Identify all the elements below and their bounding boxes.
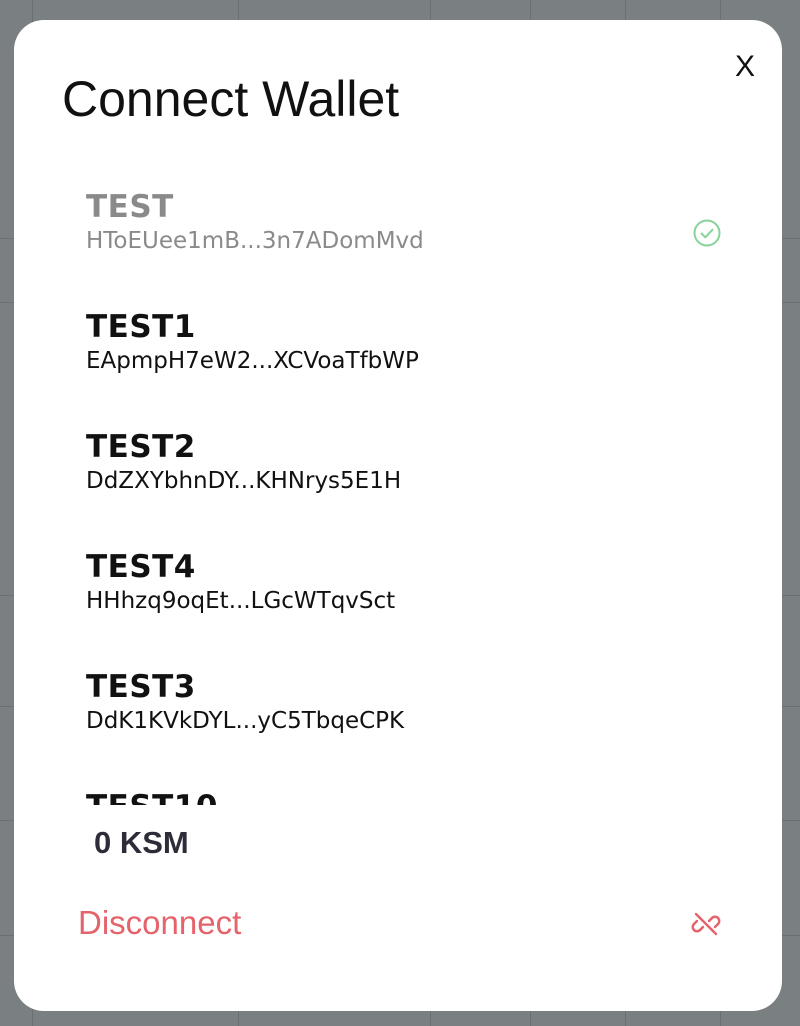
account-address: DdK1KVkDYL...yC5TbqeCPK xyxy=(86,708,405,734)
account-address: DdZXYbhnDY...KHNrys5E1H xyxy=(86,468,402,494)
account-address: HHhzq9oqEt...LGcWTqvSct xyxy=(86,588,396,614)
account-name: TEST1 xyxy=(86,309,196,345)
modal-title: Connect Wallet xyxy=(62,71,400,127)
account-item[interactable]: TEST2 DdZXYbhnDY...KHNrys5E1H xyxy=(86,428,726,528)
unlink-icon[interactable] xyxy=(690,908,722,940)
account-name: TEST10 xyxy=(86,788,726,805)
check-circle-icon xyxy=(693,219,721,247)
account-address: EApmpH7eW2...XCVoaTfbWP xyxy=(86,348,419,374)
account-item[interactable]: TEST4 HHhzq9oqEt...LGcWTqvSct xyxy=(86,548,726,648)
close-button[interactable]: X xyxy=(730,52,760,82)
account-item[interactable]: TEST3 DdK1KVkDYL...yC5TbqeCPK xyxy=(86,668,726,768)
account-list[interactable]: TEST HToEUee1mB...3n7ADomMvd TEST1 EApmpH7e… xyxy=(14,180,782,805)
disconnect-button[interactable]: Disconnect xyxy=(78,900,721,950)
account-item[interactable]: TEST HToEUee1mB...3n7ADomMvd xyxy=(86,188,726,288)
balance-value: 0 KSM xyxy=(94,825,189,860)
account-name: TEST4 xyxy=(86,549,196,585)
account-address: HToEUee1mB...3n7ADomMvd xyxy=(86,228,424,254)
account-name: TEST3 xyxy=(86,669,196,705)
account-item[interactable]: TEST1 EApmpH7eW2...XCVoaTfbWP xyxy=(86,308,726,408)
disconnect-label: Disconnect xyxy=(78,904,242,941)
account-item[interactable]: TEST10 xyxy=(86,788,726,805)
account-name: TEST xyxy=(86,189,174,225)
connect-wallet-modal: X Connect Wallet TEST HToEUee1mB...3n7ADo… xyxy=(14,20,782,1011)
account-name: TEST2 xyxy=(86,429,196,465)
